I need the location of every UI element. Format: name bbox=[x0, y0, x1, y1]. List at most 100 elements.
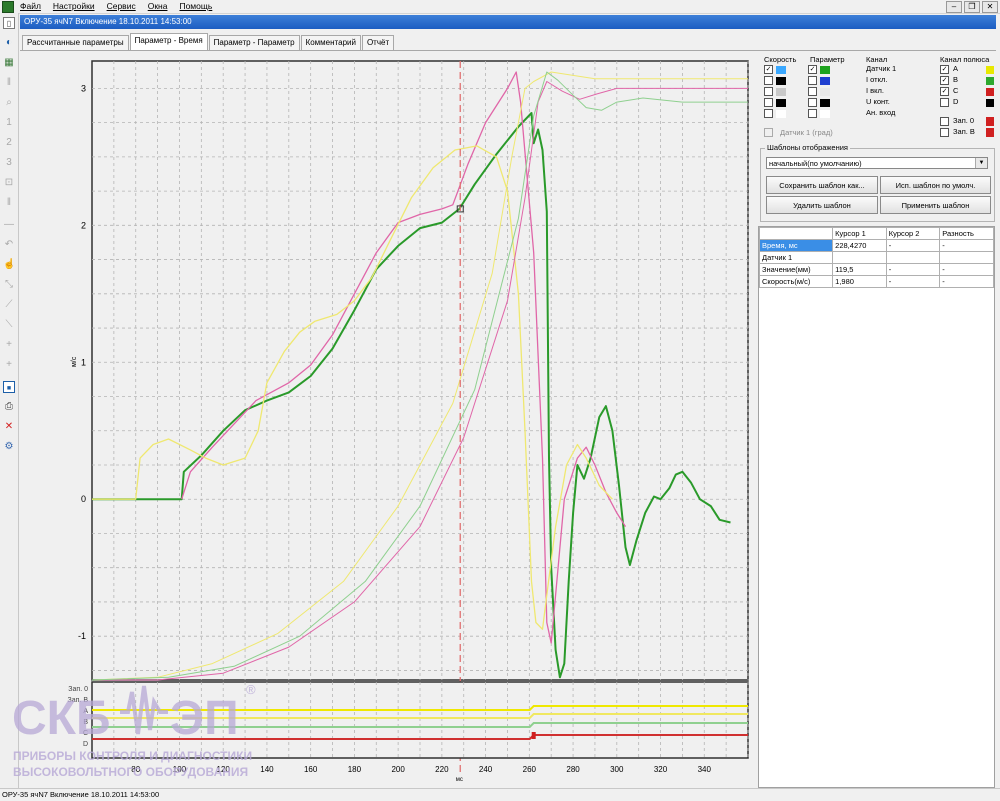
x-tick-label: 280 bbox=[566, 765, 580, 774]
minimize-icon[interactable]: – bbox=[946, 1, 962, 13]
window-title: ОРУ-35 ячN7 Включение 18.10.2011 14:53:0… bbox=[20, 15, 996, 29]
zap-checkbox[interactable] bbox=[940, 117, 949, 126]
table-cell: 119,5 bbox=[832, 263, 887, 276]
diag2-icon[interactable]: ⟍ bbox=[3, 319, 15, 331]
table-row[interactable]: Время, мс 228,4270- - bbox=[758, 239, 994, 252]
settings-icon[interactable]: ⚙ bbox=[3, 441, 15, 453]
sensor-angle-checkbox[interactable] bbox=[764, 128, 773, 137]
pole-checkbox[interactable]: ✓ bbox=[940, 65, 949, 74]
diag-icon[interactable]: ⟋ bbox=[3, 299, 15, 311]
pole-checkbox[interactable] bbox=[940, 98, 949, 107]
table-cell: - bbox=[939, 263, 994, 276]
undo-icon[interactable]: ↶ bbox=[3, 239, 15, 251]
scale-icon[interactable]: ⤡ bbox=[3, 279, 15, 291]
pause-icon[interactable]: ‖ bbox=[3, 77, 15, 89]
menu-windows[interactable]: Окна bbox=[148, 1, 168, 11]
param-color-swatch bbox=[820, 99, 830, 107]
lane-label: B bbox=[83, 719, 88, 726]
time-plot[interactable]: -1 0 1 2 3 м/с Зап. 0 Зап. В ABCD 80 100 120 140 160 1… bbox=[20, 51, 757, 788]
table-cell: - bbox=[939, 275, 994, 288]
restore-icon[interactable]: ❐ bbox=[964, 1, 980, 13]
table-header-row: Курсор 1 Курсор 2 Разность bbox=[758, 227, 994, 240]
chevron-down-icon[interactable]: ▼ bbox=[975, 158, 987, 168]
param-color-swatch bbox=[820, 66, 830, 74]
tab-param-time[interactable]: Параметр - Время bbox=[129, 33, 208, 50]
tab-report[interactable]: Отчёт bbox=[361, 35, 395, 50]
open-icon[interactable]: ◐ bbox=[3, 37, 15, 49]
pole-checkbox[interactable]: ✓ bbox=[940, 76, 949, 85]
delete-template-button[interactable]: Удалить шаблон bbox=[766, 196, 878, 214]
tab-param-param[interactable]: Параметр - Параметр bbox=[208, 35, 300, 50]
lane-label: D bbox=[83, 741, 88, 748]
param-checkbox[interactable]: ✓ bbox=[808, 65, 817, 74]
param-checkbox[interactable] bbox=[808, 76, 817, 85]
apply-template-button[interactable]: Применить шаблон bbox=[880, 196, 991, 214]
channel-label: Датчик 1 bbox=[866, 64, 897, 73]
hand-icon[interactable]: ☝ bbox=[3, 259, 15, 271]
x-tick-label: 300 bbox=[610, 765, 624, 774]
param-color-swatch bbox=[820, 88, 830, 96]
x-tick-label: 340 bbox=[698, 765, 712, 774]
param-checkbox[interactable] bbox=[808, 109, 817, 118]
line-icon[interactable]: — bbox=[3, 219, 15, 231]
table-cell bbox=[885, 251, 941, 264]
lane-label: C bbox=[83, 730, 88, 737]
table-cell: Датчик 1 bbox=[758, 251, 834, 264]
x-tick-label: 220 bbox=[435, 765, 449, 774]
y-tick-label: 1 bbox=[81, 357, 86, 367]
print-icon[interactable]: ⎙ bbox=[3, 401, 15, 413]
bars-icon[interactable]: ‖ bbox=[3, 197, 15, 209]
speed-color-swatch bbox=[776, 66, 786, 74]
speed-checkbox[interactable] bbox=[764, 109, 773, 118]
template-select[interactable]: начальный(по умолчанию) ▼ bbox=[766, 157, 988, 169]
two-icon[interactable]: 2 bbox=[3, 137, 15, 149]
pole-checkbox[interactable]: ✓ bbox=[940, 87, 949, 96]
param-checkbox[interactable] bbox=[808, 98, 817, 107]
speed-checkbox[interactable] bbox=[764, 87, 773, 96]
channel-label: U конт. bbox=[866, 97, 890, 106]
zap-checkbox[interactable] bbox=[940, 128, 949, 137]
crop-icon[interactable]: ⊡ bbox=[3, 177, 15, 189]
x-axis-unit: мс bbox=[456, 777, 463, 783]
lane-label: Зап. В bbox=[68, 697, 89, 704]
cursor-table: Курсор 1 Курсор 2 Разность Время, мс 228,427… bbox=[758, 226, 995, 788]
three-icon[interactable]: 3 bbox=[3, 157, 15, 169]
y-tick-label: 0 bbox=[81, 494, 86, 504]
table-row[interactable]: Датчик 1 bbox=[758, 251, 994, 264]
pole-label: A bbox=[953, 64, 959, 73]
document-icon[interactable]: ▯ bbox=[3, 17, 15, 29]
channel-col-header: Канал bbox=[866, 55, 888, 64]
y-tick-label: -1 bbox=[78, 631, 86, 641]
table-row[interactable]: Скорость(м/с) 1,980- - bbox=[758, 275, 994, 288]
speed-checkbox[interactable] bbox=[764, 98, 773, 107]
x-tick-label: 200 bbox=[391, 765, 405, 774]
menu-file[interactable]: Файл bbox=[20, 1, 41, 11]
save-template-as-button[interactable]: Сохранить шаблон как... bbox=[766, 176, 878, 194]
table-cell: 228,4270 bbox=[832, 239, 887, 252]
one-icon[interactable]: 1 bbox=[3, 117, 15, 129]
table-cell: Скорость(м/с) bbox=[758, 275, 834, 288]
zoom-icon[interactable]: ⌕ bbox=[3, 97, 15, 109]
speed-checkbox[interactable] bbox=[764, 76, 773, 85]
tab-comment[interactable]: Комментарий bbox=[300, 35, 361, 50]
pole-col-header: Канал полюса bbox=[940, 55, 990, 64]
chart-icon[interactable]: ▦ bbox=[3, 57, 15, 69]
table-header-cell: Разность bbox=[939, 227, 994, 240]
menu-service[interactable]: Сервис bbox=[107, 1, 136, 11]
close-icon[interactable]: ✕ bbox=[982, 1, 998, 13]
table-row[interactable]: Значение(мм) 119,5- - bbox=[758, 263, 994, 276]
frame-icon[interactable]: ■ bbox=[3, 381, 15, 393]
tab-calculated-params[interactable]: Рассчитанные параметры bbox=[22, 35, 129, 50]
plus-icon[interactable]: + bbox=[3, 339, 15, 351]
plot-panel: -1 0 1 2 3 м/с Зап. 0 Зап. В A B C D 80 100 120 140 160 1… bbox=[20, 51, 757, 788]
plus2-icon[interactable]: + bbox=[3, 359, 15, 371]
delete-icon[interactable]: ✕ bbox=[3, 421, 15, 433]
zap-color-swatch bbox=[986, 117, 994, 126]
use-default-template-button[interactable]: Исп. шаблон по умолч. bbox=[880, 176, 991, 194]
param-checkbox[interactable] bbox=[808, 87, 817, 96]
table-cell: Время, мс bbox=[758, 239, 834, 252]
param-col-header: Параметр bbox=[810, 55, 845, 64]
menu-settings[interactable]: Настройки bbox=[53, 1, 95, 11]
speed-checkbox[interactable]: ✓ bbox=[764, 65, 773, 74]
menu-help[interactable]: Помощь bbox=[179, 1, 212, 11]
